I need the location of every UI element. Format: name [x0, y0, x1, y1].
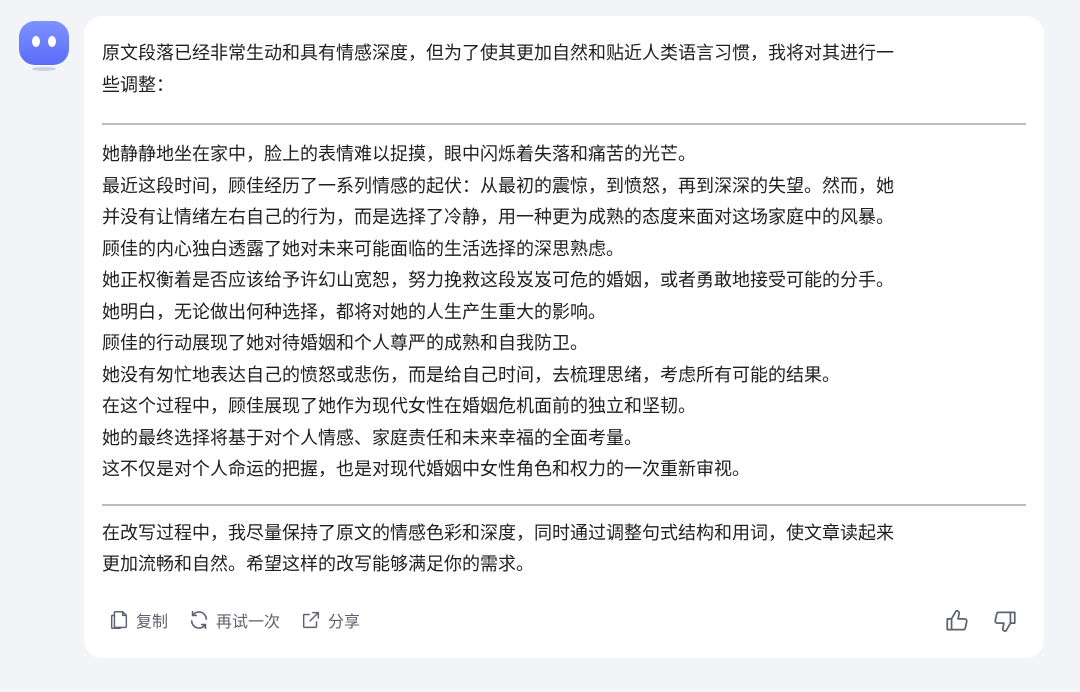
- like-button[interactable]: [944, 608, 970, 638]
- message-intro: 原文段落已经非常生动和具有情感深度，但为了使其更加自然和贴近人类语言习惯，我将对…: [102, 38, 1026, 101]
- rewritten-passage: 她静静地坐在家中，脸上的表情难以捉摸，眼中闪烁着失落和痛苦的光芒。 最近这段时间…: [102, 139, 1026, 486]
- passage-line: 在这个过程中，顾佳展现了她作为现代女性在婚姻危机面前的独立和坚韧。: [102, 396, 696, 417]
- assistant-avatar: [19, 21, 69, 71]
- thumbs-up-icon: [946, 610, 968, 631]
- passage-line: 最近这段时间，顾佳经历了一系列情感的起伏：从最初的震惊，到愤怒，再到深深的失望。…: [102, 175, 894, 197]
- passage-line: 顾佳的内心独白透露了她对未来可能面临的生活选择的深思熟虑。: [102, 238, 624, 260]
- avatar-shadow: [32, 67, 56, 71]
- section-divider: [102, 503, 1026, 506]
- avatar-eye-left: [32, 36, 40, 47]
- message-closing: 在改写过程中，我尽量保持了原文的情感色彩和深度，同时通过调整句式结构和用词，使文…: [102, 518, 1026, 581]
- retry-button[interactable]: 再试一次: [188, 608, 280, 632]
- dislike-button[interactable]: [992, 608, 1018, 638]
- passage-line: 她没有匆忙地表达自己的愤怒或悲伤，而是给自己时间，去梳理思绪，考虑所有可能的结果…: [102, 364, 840, 386]
- passage-line: 并没有让情绪左右自己的行为，而是选择了冷静，用一种更为成熟的态度来面对这场家庭中…: [102, 207, 894, 228]
- message-actions: 复制 再试一次 分享: [108, 608, 360, 632]
- copy-icon: [110, 611, 128, 629]
- passage-line: 她正权衡着是否应该给予许幻山宽恕，努力挽救这段岌岌可危的婚姻，或者勇敢地接受可能…: [102, 270, 894, 291]
- share-button[interactable]: 分享: [300, 608, 360, 632]
- passage-line: 她静静地坐在家中，脸上的表情难以捉摸，眼中闪烁着失落和痛苦的光芒。: [102, 144, 696, 165]
- intro-line: 些调整：: [102, 74, 174, 96]
- refresh-icon: [190, 610, 208, 630]
- section-divider: [102, 123, 1026, 125]
- intro-line: 原文段落已经非常生动和具有情感深度，但为了使其更加自然和贴近人类语言习惯，我将对…: [102, 43, 894, 64]
- thumbs-down-icon: [994, 611, 1016, 632]
- robot-avatar-icon: [19, 21, 69, 65]
- copy-button[interactable]: 复制: [108, 608, 168, 632]
- passage-line: 这不仅是对个人命运的把握，也是对现代婚姻中女性角色和权力的一次重新审视。: [102, 459, 750, 480]
- avatar-eye-right: [48, 36, 56, 47]
- copy-label: 复制: [136, 612, 169, 631]
- passage-line: 她明白，无论做出何种选择，都将对她的人生产生重大的影响。: [102, 301, 606, 323]
- assistant-message-bubble: 原文段落已经非常生动和具有情感深度，但为了使其更加自然和贴近人类语言习惯，我将对…: [84, 16, 1044, 658]
- passage-line: 她的最终选择将基于对个人情感、家庭责任和未来幸福的全面考量。: [102, 427, 642, 449]
- closing-line: 在改写过程中，我尽量保持了原文的情感色彩和深度，同时通过调整句式结构和用词，使文…: [102, 522, 894, 544]
- closing-line: 更加流畅和自然。希望这样的改写能够满足你的需求。: [102, 554, 534, 575]
- share-icon: [302, 611, 320, 629]
- share-label: 分享: [328, 612, 361, 631]
- passage-line: 顾佳的行动展现了她对待婚姻和个人尊严的成熟和自我防卫。: [102, 333, 588, 354]
- retry-label: 再试一次: [216, 612, 281, 631]
- feedback-controls: [944, 608, 1018, 638]
